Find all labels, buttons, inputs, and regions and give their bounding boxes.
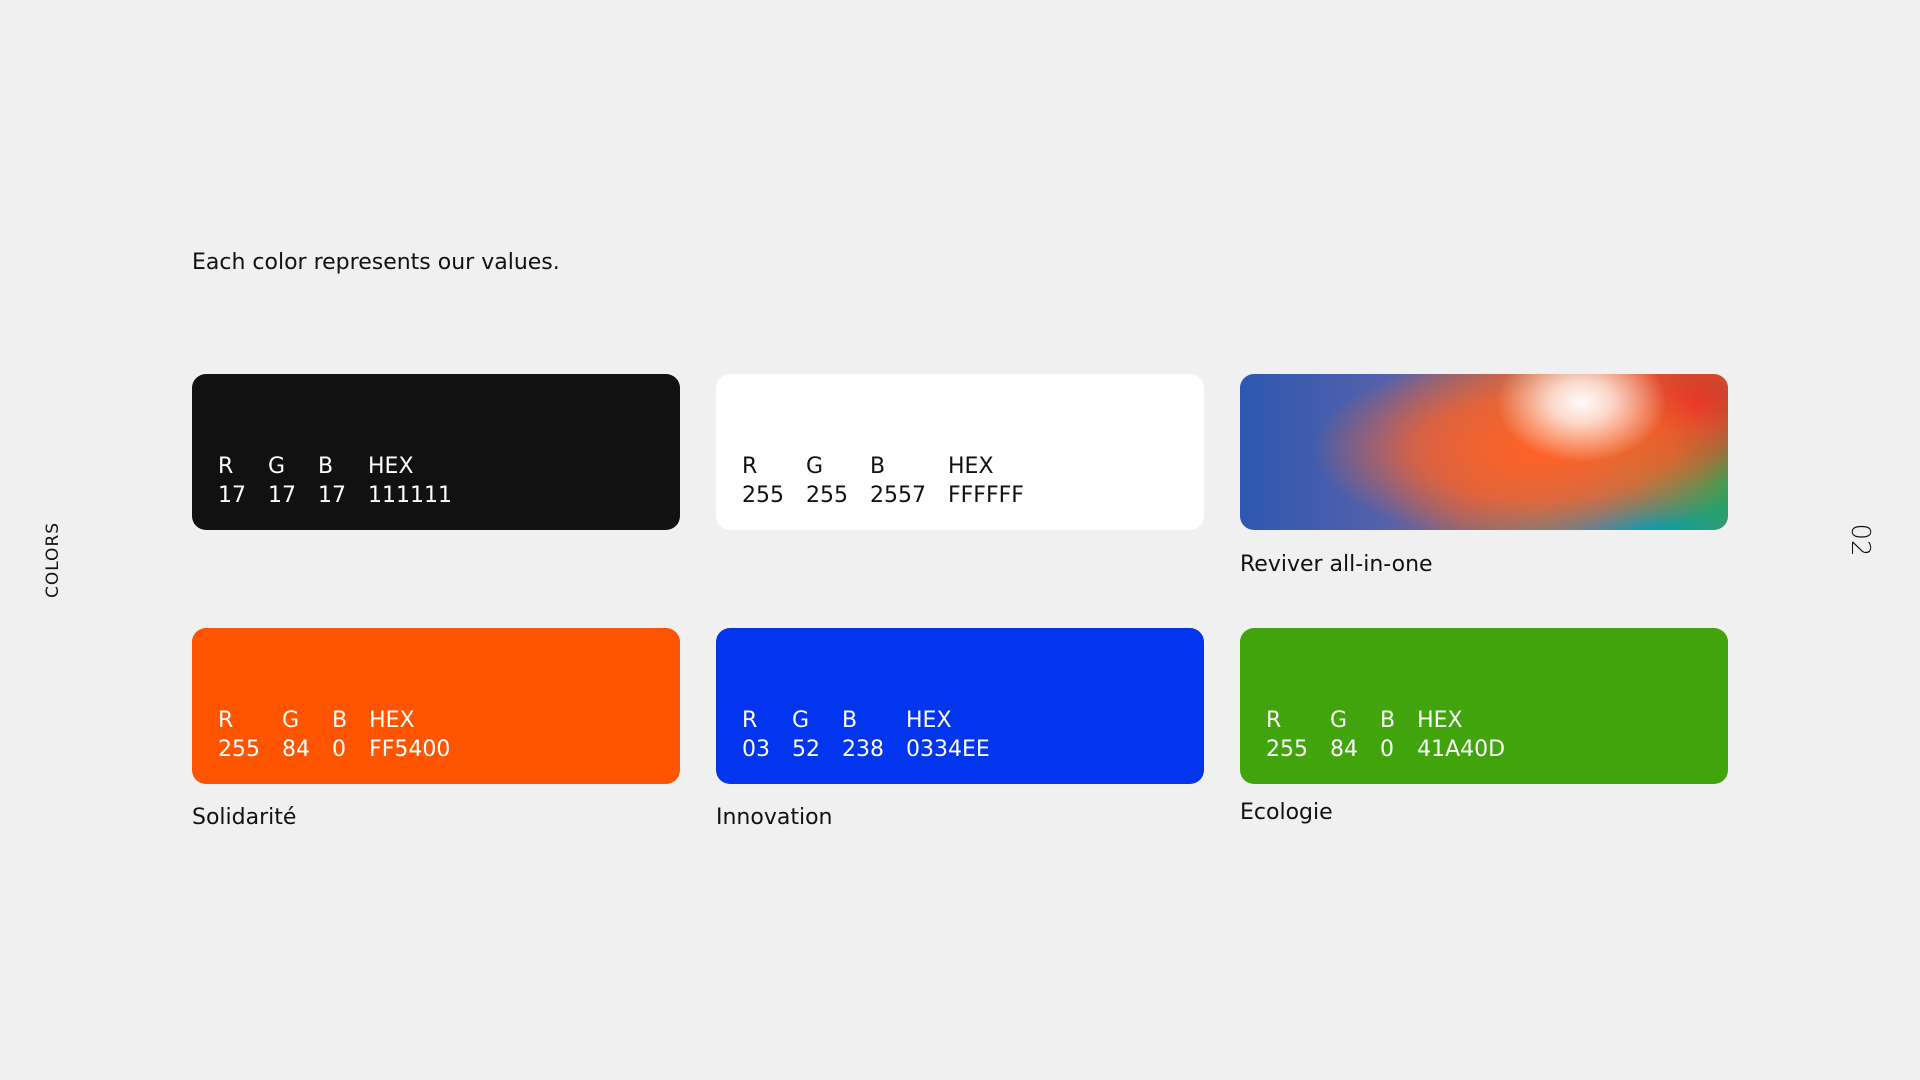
value-label-g: G <box>792 708 810 733</box>
page-number: 02 <box>1845 523 1875 557</box>
value-label-g: G <box>806 454 824 479</box>
value-hex: 0334EE <box>906 737 990 762</box>
value-group-g: G 52 <box>792 706 820 764</box>
value-group-r: R 255 <box>218 706 260 764</box>
value-b: 0 <box>1380 737 1394 762</box>
value-r: 255 <box>742 483 784 508</box>
value-group-b: B 17 <box>318 452 346 510</box>
value-r: 17 <box>218 483 246 508</box>
value-label-b: B <box>842 708 858 733</box>
value-g: 52 <box>792 737 820 762</box>
swatch-white: R 255 G 255 B 2557 HEX FFFFFF <box>716 374 1204 530</box>
value-group-g: G 84 <box>1330 706 1358 764</box>
value-b: 238 <box>842 737 884 762</box>
value-label-b: B <box>1380 708 1396 733</box>
value-label-r: R <box>742 708 758 733</box>
value-group-r: R 17 <box>218 452 246 510</box>
swatch-values: R 255 G 255 B 2557 HEX FFFFFF <box>742 452 1024 510</box>
side-label: COLORS <box>43 521 63 599</box>
value-b: 2557 <box>870 483 926 508</box>
value-hex: 111111 <box>368 483 452 508</box>
value-g: 84 <box>282 737 310 762</box>
value-group-g: G 17 <box>268 452 296 510</box>
value-hex: FF5400 <box>369 737 451 762</box>
value-group-hex: HEX 0334EE <box>906 706 990 764</box>
value-label-g: G <box>1330 708 1348 733</box>
value-group-hex: HEX FFFFFF <box>948 452 1024 510</box>
swatch-caption-gradient: Reviver all-in-one <box>1240 552 1433 577</box>
value-label-r: R <box>218 708 234 733</box>
value-group-r: R 255 <box>1266 706 1308 764</box>
value-label-r: R <box>742 454 758 479</box>
value-group-g: G 84 <box>282 706 310 764</box>
value-group-r: R 03 <box>742 706 770 764</box>
value-group-hex: HEX 41A40D <box>1417 706 1505 764</box>
value-r: 255 <box>218 737 260 762</box>
value-label-hex: HEX <box>1417 708 1463 733</box>
value-g: 255 <box>806 483 848 508</box>
value-b: 17 <box>318 483 346 508</box>
value-label-g: G <box>268 454 286 479</box>
value-hex: 41A40D <box>1417 737 1506 762</box>
value-group-b: B 238 <box>842 706 884 764</box>
swatch-black: R 17 G 17 B 17 HEX 111111 <box>192 374 680 530</box>
swatch-values: R 03 G 52 B 238 HEX 0334EE <box>742 706 990 764</box>
value-label-hex: HEX <box>948 454 994 479</box>
swatch-caption-green: Ecologie <box>1240 800 1333 825</box>
value-b: 0 <box>332 737 346 762</box>
value-g: 84 <box>1330 737 1358 762</box>
value-label-b: B <box>870 454 886 479</box>
value-r: 255 <box>1266 737 1308 762</box>
swatch-caption-orange: Solidarité <box>192 805 297 830</box>
swatch-blue: R 03 G 52 B 238 HEX 0334EE <box>716 628 1204 784</box>
value-r: 03 <box>742 737 770 762</box>
value-label-r: R <box>218 454 234 479</box>
value-label-r: R <box>1266 708 1282 733</box>
value-g: 17 <box>268 483 296 508</box>
value-group-b: B 2557 <box>870 452 926 510</box>
value-label-hex: HEX <box>369 708 415 733</box>
swatch-gradient <box>1240 374 1728 530</box>
value-group-g: G 255 <box>806 452 848 510</box>
value-label-hex: HEX <box>368 454 414 479</box>
value-hex: FFFFFF <box>948 483 1024 508</box>
value-group-hex: HEX 111111 <box>368 452 452 510</box>
value-group-b: B 0 <box>1380 706 1395 764</box>
intro-text: Each color represents our values. <box>192 250 560 275</box>
swatch-values: R 255 G 84 B 0 HEX FF5400 <box>218 706 450 764</box>
swatch-caption-blue: Innovation <box>716 805 833 830</box>
value-label-b: B <box>332 708 348 733</box>
value-group-r: R 255 <box>742 452 784 510</box>
swatch-values: R 17 G 17 B 17 HEX 111111 <box>218 452 452 510</box>
swatch-green: R 255 G 84 B 0 HEX 41A40D <box>1240 628 1728 784</box>
value-group-b: B 0 <box>332 706 347 764</box>
value-label-g: G <box>282 708 300 733</box>
value-label-b: B <box>318 454 334 479</box>
swatch-orange: R 255 G 84 B 0 HEX FF5400 <box>192 628 680 784</box>
swatch-values: R 255 G 84 B 0 HEX 41A40D <box>1266 706 1505 764</box>
value-group-hex: HEX FF5400 <box>369 706 450 764</box>
value-label-hex: HEX <box>906 708 952 733</box>
